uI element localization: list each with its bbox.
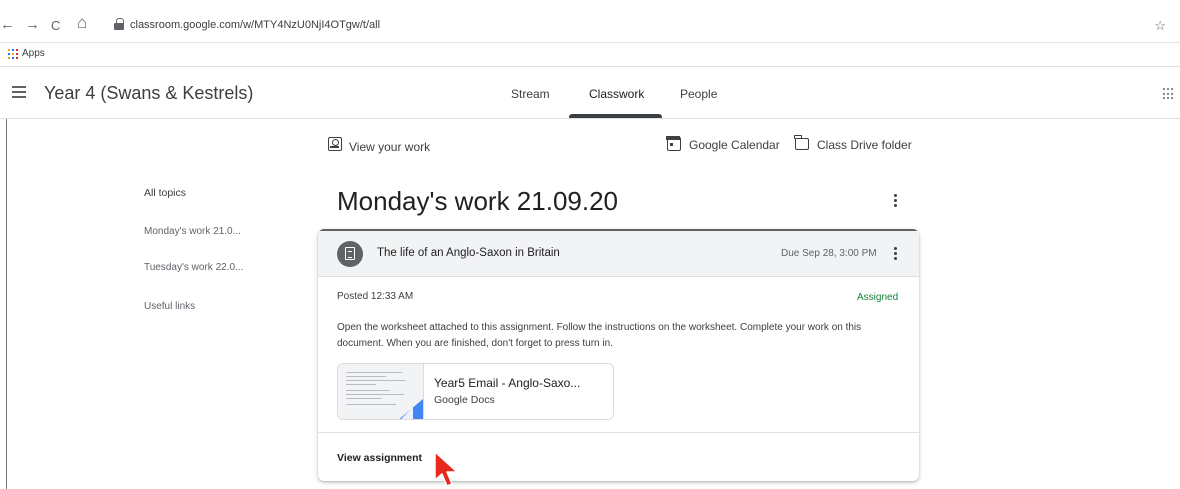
- card-footer: View assignment: [318, 432, 919, 481]
- assignment-more-icon[interactable]: [894, 247, 898, 263]
- window-edge: [6, 119, 7, 489]
- topic-title: Monday's work 21.09.20: [337, 186, 619, 216]
- class-drive-folder-label: Class Drive folder: [817, 138, 912, 152]
- apps-grid-icon[interactable]: [8, 49, 18, 59]
- tab-stream[interactable]: Stream: [511, 87, 550, 101]
- address-bar[interactable]: classroom.google.com/w/MTY4NzU0NjI4OTgw/…: [108, 14, 1168, 38]
- browser-toolbar: ← → C ⌂ classroom.google.com/w/MTY4NzU0N…: [0, 0, 1180, 43]
- class-drive-folder-link[interactable]: Class Drive folder: [794, 135, 915, 155]
- tab-classwork[interactable]: Classwork: [589, 87, 644, 101]
- google-calendar-link[interactable]: Google Calendar: [666, 136, 787, 155]
- class-title[interactable]: Year 4 (Swans & Kestrels): [44, 83, 253, 104]
- classroom-appbar: Year 4 (Swans & Kestrels) Stream Classwo…: [0, 67, 1180, 119]
- google-apps-icon[interactable]: [1163, 88, 1175, 100]
- forward-button[interactable]: →: [25, 17, 40, 33]
- calendar-icon: [666, 136, 681, 151]
- assignment-ind-icon: [328, 137, 342, 151]
- topic-useful-links[interactable]: Useful links: [144, 301, 195, 312]
- assignment-header[interactable]: The life of an Anglo-Saxon in Britain Du…: [318, 231, 919, 277]
- attachment-type: Google Docs: [434, 394, 495, 406]
- assignment-title: The life of an Anglo-Saxon in Britain: [377, 247, 560, 259]
- due-date: Due Sep 28, 3:00 PM: [781, 248, 877, 259]
- status-badge: Assigned: [857, 292, 899, 303]
- folder-icon: [794, 135, 809, 150]
- assignment-card: The life of an Anglo-Saxon in Britain Du…: [318, 229, 919, 481]
- browser-chrome: ← → C ⌂ classroom.google.com/w/MTY4NzU0N…: [0, 0, 1180, 67]
- menu-icon[interactable]: [12, 86, 26, 98]
- attachment-card[interactable]: Year5 Email - Anglo-Saxo... Google Docs: [337, 363, 614, 420]
- document-thumbnail: [338, 364, 424, 419]
- mouse-cursor-icon: [434, 451, 458, 487]
- reload-button[interactable]: C: [51, 18, 60, 34]
- google-calendar-label: Google Calendar: [689, 138, 780, 152]
- star-icon[interactable]: ☆: [1154, 18, 1166, 34]
- topic-all[interactable]: All topics: [144, 187, 186, 199]
- home-button[interactable]: ⌂: [77, 14, 87, 31]
- posted-time: Posted 12:33 AM: [337, 291, 414, 302]
- active-tab-indicator: [569, 114, 662, 118]
- view-your-work-link[interactable]: View your work: [328, 137, 468, 155]
- apps-bookmark[interactable]: Apps: [22, 48, 45, 59]
- url-text: classroom.google.com/w/MTY4NzU0NjI4OTgw/…: [130, 19, 381, 31]
- topic-more-icon[interactable]: [894, 194, 898, 210]
- back-button[interactable]: ←: [0, 17, 15, 33]
- tab-people[interactable]: People: [680, 87, 717, 101]
- topic-tuesday[interactable]: Tuesday's work 22.0...: [144, 262, 243, 273]
- lock-icon: [114, 18, 124, 30]
- attachment-title: Year5 Email - Anglo-Saxo...: [434, 376, 581, 390]
- view-your-work-label: View your work: [349, 140, 431, 154]
- assignment-icon: [337, 241, 363, 267]
- view-assignment-link[interactable]: View assignment: [337, 452, 422, 464]
- assignment-instructions: Open the worksheet attached to this assi…: [337, 322, 862, 349]
- topic-monday[interactable]: Monday's work 21.0...: [144, 226, 241, 237]
- bookmarks-bar: Apps: [0, 44, 1180, 66]
